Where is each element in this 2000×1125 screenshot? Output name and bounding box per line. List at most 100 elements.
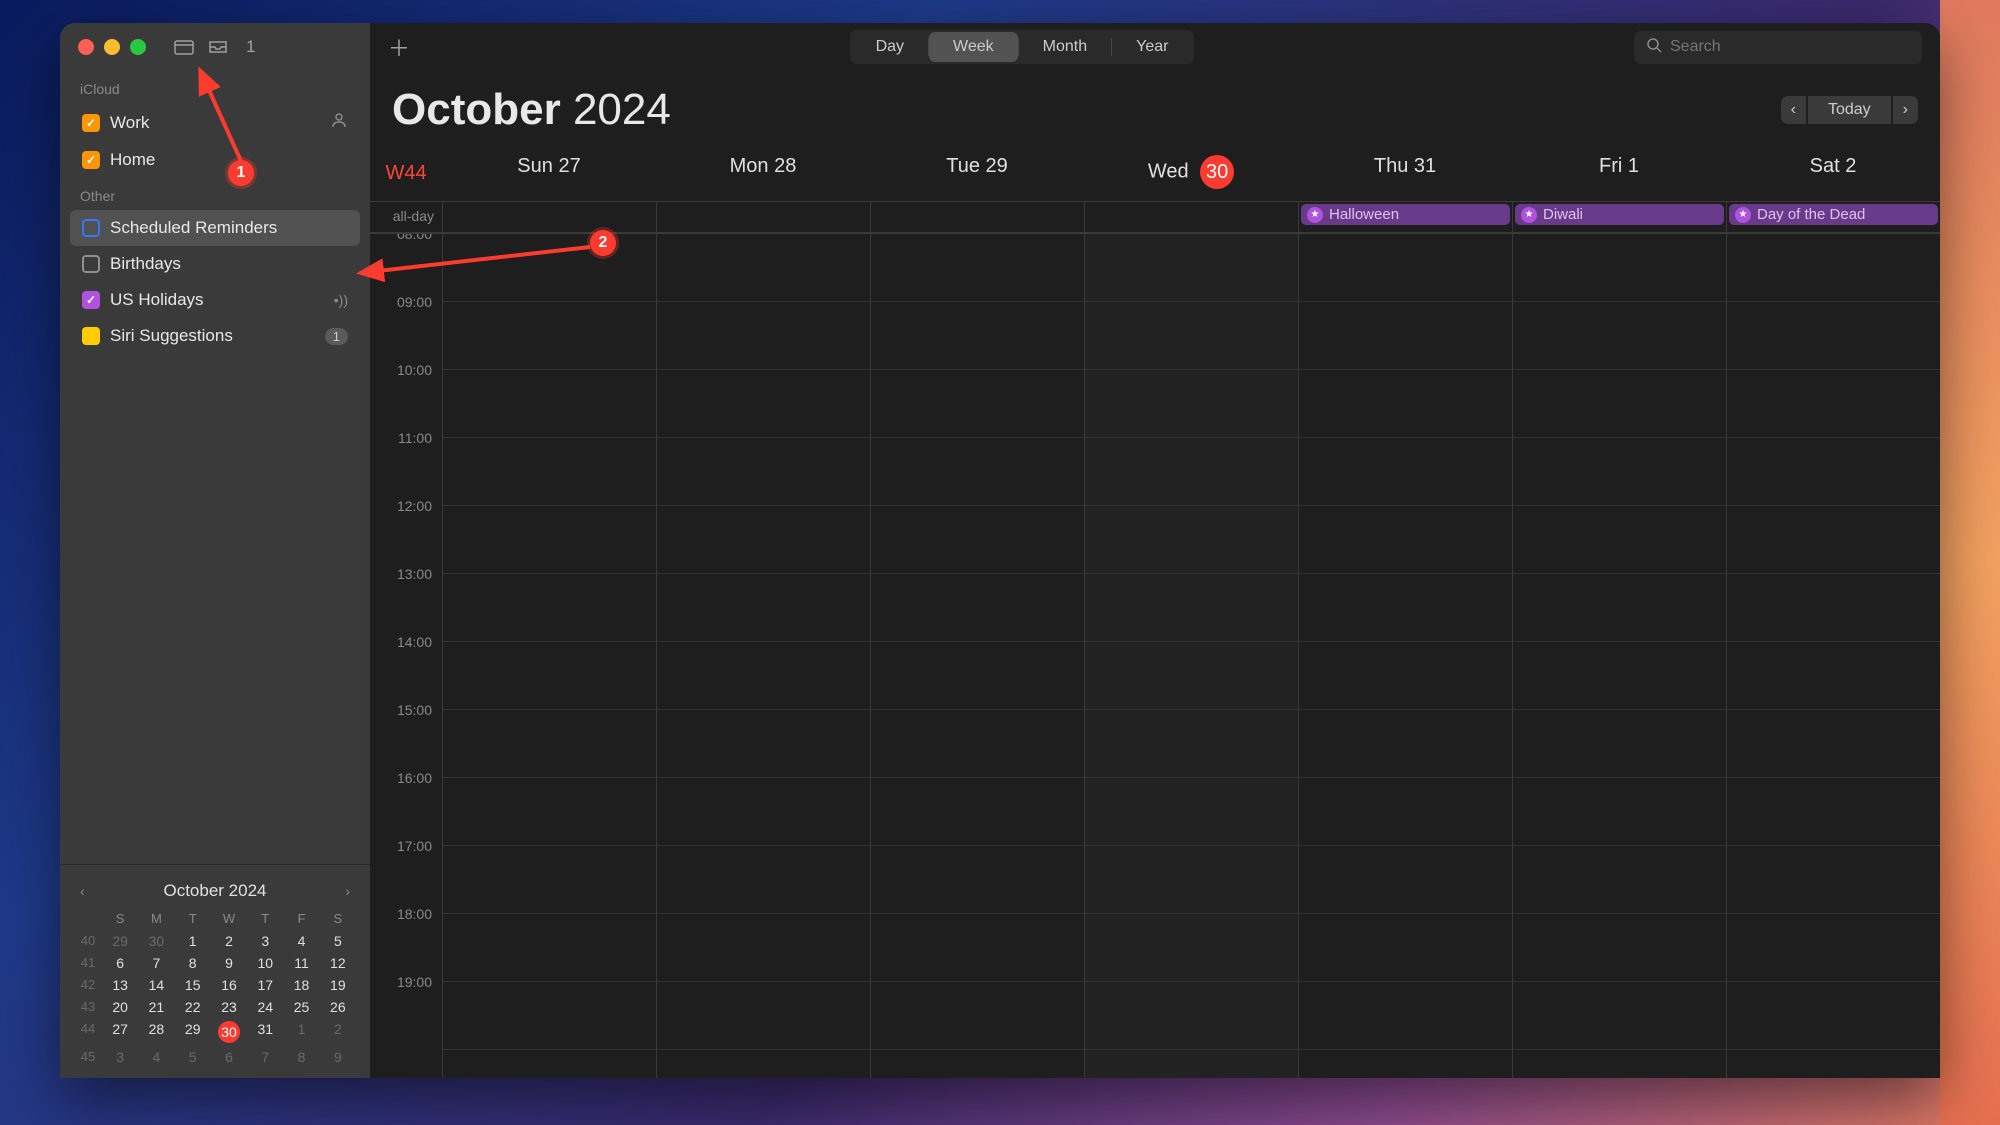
mini-day[interactable]: 30 xyxy=(138,930,174,952)
mini-day[interactable]: 28 xyxy=(138,1018,174,1046)
calendar-icon[interactable] xyxy=(174,39,194,55)
mini-day[interactable]: 7 xyxy=(247,1046,283,1068)
day-header[interactable]: Tue 29 xyxy=(870,145,1084,201)
day-header[interactable]: Fri 1 xyxy=(1512,145,1726,201)
event-chip[interactable]: ★Halloween xyxy=(1301,204,1510,225)
calendar-item[interactable]: ✓US Holidays•)) xyxy=(70,282,360,318)
mini-day[interactable]: 3 xyxy=(102,1046,138,1068)
calendar-checkbox[interactable]: ✓ xyxy=(82,151,100,169)
mini-dow: F xyxy=(283,907,319,930)
calendar-checkbox[interactable] xyxy=(82,219,100,237)
calendar-checkbox[interactable]: ✓ xyxy=(82,114,100,132)
mini-day[interactable]: 30 xyxy=(211,1018,247,1046)
allday-cell[interactable]: ★Day of the Dead xyxy=(1726,202,1940,232)
day-header[interactable]: Sat 2 xyxy=(1726,145,1940,201)
mini-day[interactable]: 31 xyxy=(247,1018,283,1046)
calendar-item[interactable]: Scheduled Reminders xyxy=(70,210,360,246)
day-column[interactable] xyxy=(1726,234,1940,1078)
mini-day[interactable]: 26 xyxy=(320,996,356,1018)
week-number: W44 xyxy=(370,145,442,201)
day-header[interactable]: Mon 28 xyxy=(656,145,870,201)
mini-day[interactable]: 24 xyxy=(247,996,283,1018)
today-button[interactable]: Today xyxy=(1808,96,1891,124)
mini-prev-button[interactable]: ‹ xyxy=(74,883,91,899)
mini-day[interactable]: 6 xyxy=(102,952,138,974)
day-column[interactable] xyxy=(442,234,656,1078)
mini-day[interactable]: 8 xyxy=(283,1046,319,1068)
allday-cell[interactable] xyxy=(442,202,656,232)
mini-day[interactable]: 1 xyxy=(283,1018,319,1046)
view-tab-week[interactable]: Week xyxy=(929,32,1018,62)
mini-day[interactable]: 22 xyxy=(175,996,211,1018)
mini-day[interactable]: 1 xyxy=(175,930,211,952)
mini-day[interactable]: 20 xyxy=(102,996,138,1018)
mini-day[interactable]: 3 xyxy=(247,930,283,952)
mini-day[interactable]: 18 xyxy=(283,974,319,996)
mini-day[interactable]: 7 xyxy=(138,952,174,974)
minimize-window-button[interactable] xyxy=(104,39,120,55)
mini-day[interactable]: 4 xyxy=(138,1046,174,1068)
mini-day[interactable]: 15 xyxy=(175,974,211,996)
calendar-item[interactable]: Birthdays xyxy=(70,246,360,282)
inbox-icon[interactable] xyxy=(208,39,228,55)
add-event-button[interactable]: ＋ xyxy=(388,31,410,63)
mini-day[interactable]: 17 xyxy=(247,974,283,996)
search-box[interactable] xyxy=(1634,31,1922,64)
mini-day[interactable]: 12 xyxy=(320,952,356,974)
allday-cell[interactable] xyxy=(1084,202,1298,232)
event-chip[interactable]: ★Diwali xyxy=(1515,204,1724,225)
mini-day[interactable]: 2 xyxy=(211,930,247,952)
mini-day[interactable]: 10 xyxy=(247,952,283,974)
mini-day[interactable]: 13 xyxy=(102,974,138,996)
mini-day[interactable]: 14 xyxy=(138,974,174,996)
allday-cell[interactable] xyxy=(870,202,1084,232)
mini-day[interactable]: 29 xyxy=(102,930,138,952)
allday-cell[interactable] xyxy=(656,202,870,232)
mini-day[interactable]: 16 xyxy=(211,974,247,996)
mini-day[interactable]: 23 xyxy=(211,996,247,1018)
mini-day[interactable]: 2 xyxy=(320,1018,356,1046)
close-window-button[interactable] xyxy=(78,39,94,55)
badge-count: 1 xyxy=(325,328,348,345)
view-tab-month[interactable]: Month xyxy=(1019,32,1111,62)
mini-day[interactable]: 5 xyxy=(175,1046,211,1068)
calendar-checkbox[interactable]: ✓ xyxy=(82,291,100,309)
mini-day[interactable]: 5 xyxy=(320,930,356,952)
mini-next-button[interactable]: › xyxy=(339,883,356,899)
event-chip[interactable]: ★Day of the Dead xyxy=(1729,204,1938,225)
day-column[interactable] xyxy=(1512,234,1726,1078)
calendar-item[interactable]: Siri Suggestions1 xyxy=(70,318,360,354)
mini-day[interactable]: 8 xyxy=(175,952,211,974)
day-header[interactable]: Wed 30 xyxy=(1084,145,1298,201)
mini-day[interactable]: 6 xyxy=(211,1046,247,1068)
calendar-checkbox[interactable] xyxy=(82,327,100,345)
mini-day[interactable]: 4 xyxy=(283,930,319,952)
day-column[interactable] xyxy=(1084,234,1298,1078)
day-column[interactable] xyxy=(1298,234,1512,1078)
calendar-label: US Holidays xyxy=(110,290,204,310)
mini-day[interactable]: 9 xyxy=(211,952,247,974)
calendar-item[interactable]: ✓Home xyxy=(70,142,360,178)
view-tab-day[interactable]: Day xyxy=(852,32,928,62)
mini-day[interactable]: 11 xyxy=(283,952,319,974)
allday-cell[interactable]: ★Diwali xyxy=(1512,202,1726,232)
event-title: Halloween xyxy=(1329,206,1399,223)
allday-cell[interactable]: ★Halloween xyxy=(1298,202,1512,232)
search-input[interactable] xyxy=(1670,38,1910,56)
mini-day[interactable]: 21 xyxy=(138,996,174,1018)
mini-day[interactable]: 27 xyxy=(102,1018,138,1046)
day-header[interactable]: Sun 27 xyxy=(442,145,656,201)
fullscreen-window-button[interactable] xyxy=(130,39,146,55)
day-column[interactable] xyxy=(870,234,1084,1078)
mini-day[interactable]: 25 xyxy=(283,996,319,1018)
view-tab-year[interactable]: Year xyxy=(1112,32,1192,62)
mini-day[interactable]: 9 xyxy=(320,1046,356,1068)
mini-day[interactable]: 19 xyxy=(320,974,356,996)
day-column[interactable] xyxy=(656,234,870,1078)
calendar-item[interactable]: ✓Work xyxy=(70,103,360,142)
calendar-checkbox[interactable] xyxy=(82,255,100,273)
next-week-button[interactable]: › xyxy=(1893,96,1918,124)
mini-day[interactable]: 29 xyxy=(175,1018,211,1046)
day-header[interactable]: Thu 31 xyxy=(1298,145,1512,201)
prev-week-button[interactable]: ‹ xyxy=(1781,96,1806,124)
